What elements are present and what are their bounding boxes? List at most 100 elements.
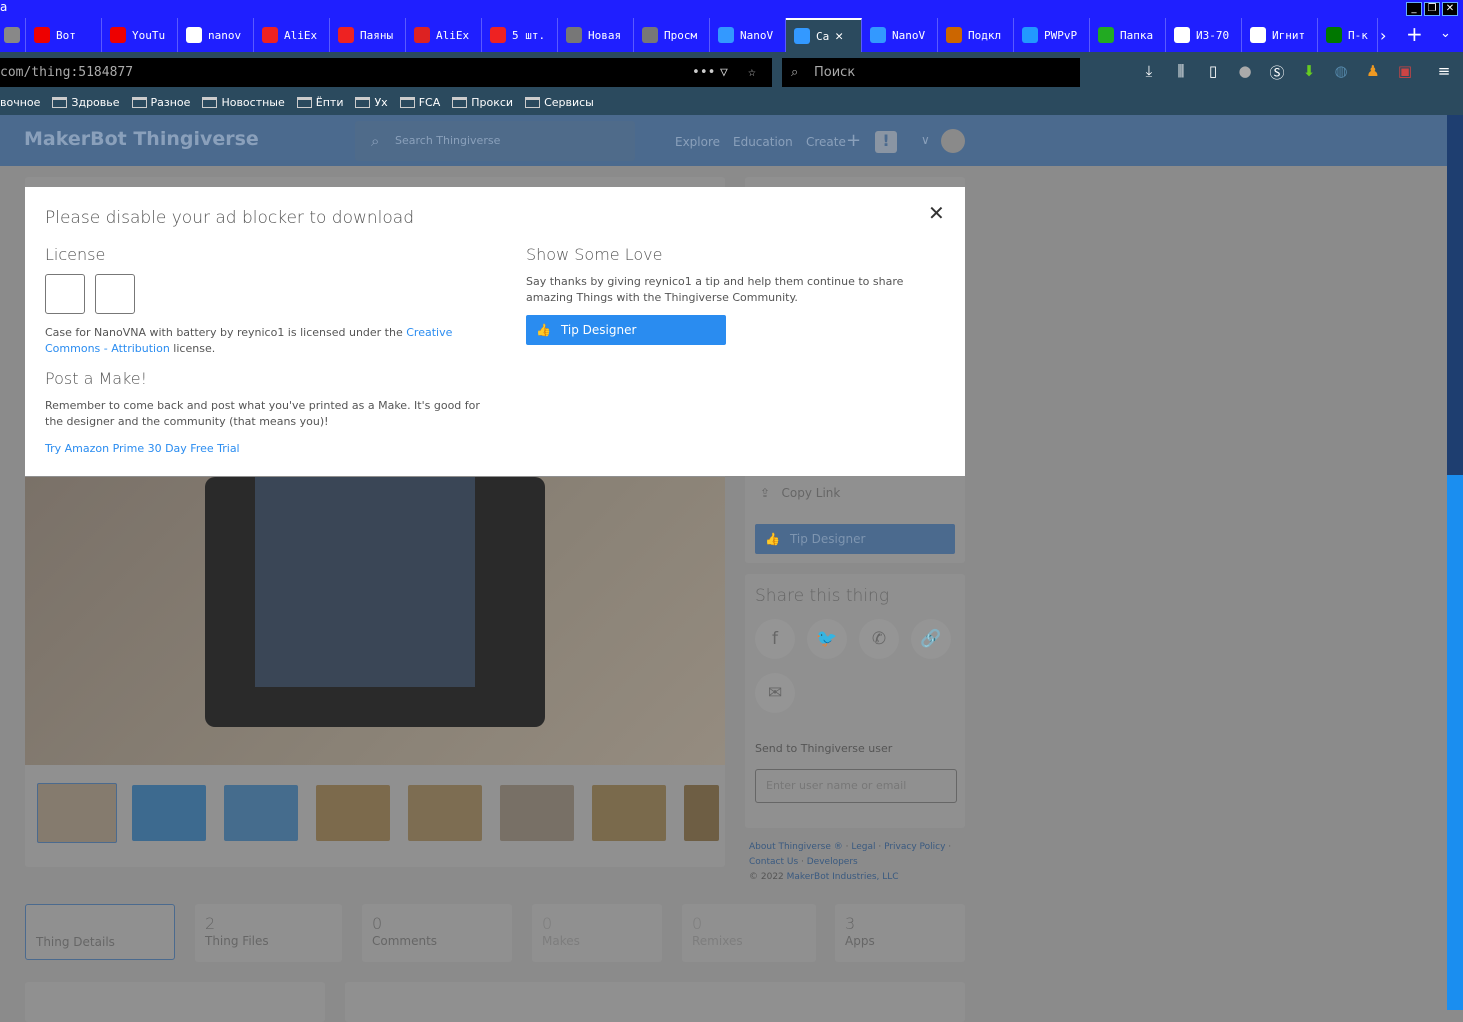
- contact-link[interactable]: Contact Us: [749, 857, 798, 867]
- chevron-down-icon[interactable]: ∨: [921, 133, 930, 147]
- globe-icon[interactable]: ◍: [1331, 62, 1351, 82]
- main-photo[interactable]: [25, 477, 725, 765]
- tab[interactable]: NanoV: [862, 18, 938, 52]
- nav-create[interactable]: Create: [806, 135, 846, 149]
- close-icon[interactable]: ✕: [928, 201, 945, 225]
- tab[interactable]: Вот: [26, 18, 102, 52]
- library-icon[interactable]: ⫼: [1171, 62, 1191, 82]
- stat-count: 0: [692, 914, 703, 933]
- downloads-icon[interactable]: ⤓: [1139, 62, 1159, 82]
- tab[interactable]: П-к: [1318, 18, 1378, 52]
- close-window-button[interactable]: ✕: [1442, 2, 1458, 16]
- scrollbar-thumb[interactable]: [1447, 475, 1463, 1010]
- tab[interactable]: Ca ✕: [786, 18, 862, 52]
- s-extension-icon[interactable]: Ⓢ: [1267, 62, 1287, 82]
- pocket-icon[interactable]: ▽: [720, 58, 728, 87]
- tabs-scroll-right-icon[interactable]: ›: [1380, 26, 1386, 45]
- cc-license-icon: [45, 274, 85, 314]
- extension-icon-2[interactable]: ▣: [1395, 62, 1415, 82]
- send-user-input[interactable]: Enter user name or email: [755, 769, 957, 803]
- notification-icon[interactable]: !: [875, 131, 897, 153]
- bookmark-item[interactable]: вочное: [0, 96, 40, 109]
- tab[interactable]: YouTu: [102, 18, 178, 52]
- tab[interactable]: 5 шт.: [482, 18, 558, 52]
- close-tab-icon[interactable]: ✕: [835, 29, 843, 44]
- tab[interactable]: Просм: [634, 18, 710, 52]
- tab[interactable]: Папка: [1090, 18, 1166, 52]
- page-actions-icon[interactable]: •••: [692, 58, 715, 87]
- tab[interactable]: Игнит: [1242, 18, 1318, 52]
- search-placeholder: Search Thingiverse: [395, 134, 501, 147]
- menu-icon[interactable]: ≡: [1434, 62, 1454, 82]
- legal-link[interactable]: Legal: [851, 842, 875, 852]
- bookmark-item[interactable]: Ёпти: [296, 96, 343, 109]
- thumbs-up-icon: 👍: [765, 532, 780, 546]
- email-icon[interactable]: ✉: [755, 673, 795, 713]
- thumbnail[interactable]: [500, 785, 574, 841]
- url-bar[interactable]: com/thing:5184877 ••• ▽ ☆: [0, 58, 772, 87]
- avatar[interactable]: [941, 129, 965, 153]
- tab[interactable]: AliEx: [254, 18, 330, 52]
- tab-makes[interactable]: 0 Makes: [532, 904, 662, 962]
- tab[interactable]: 3: [0, 18, 26, 52]
- amazon-prime-link[interactable]: Try Amazon Prime 30 Day Free Trial: [45, 442, 240, 455]
- browser-search-input[interactable]: ⌕ Поиск: [782, 58, 1080, 87]
- stat-count: [36, 915, 164, 935]
- thumbnail[interactable]: [132, 785, 206, 841]
- new-tab-icon[interactable]: +: [1406, 22, 1423, 46]
- tab-thing-details[interactable]: Thing Details: [25, 904, 175, 960]
- company-link[interactable]: MakerBot Industries, LLC: [787, 872, 899, 882]
- sidebar-icon[interactable]: ▯: [1203, 62, 1223, 82]
- about-link[interactable]: About Thingiverse ®: [749, 842, 843, 852]
- link-icon[interactable]: 🔗: [911, 619, 951, 659]
- tab[interactable]: AliEx: [406, 18, 482, 52]
- site-search-input[interactable]: ⌕ Search Thingiverse: [355, 121, 635, 161]
- nav-explore[interactable]: Explore: [675, 135, 720, 149]
- minimize-button[interactable]: _: [1406, 2, 1422, 16]
- search-placeholder: Поиск: [814, 65, 856, 80]
- tab-favicon-icon: [1250, 27, 1266, 43]
- restore-button[interactable]: ❐: [1424, 2, 1440, 16]
- adblock-icon[interactable]: ●: [1235, 62, 1255, 82]
- nav-education[interactable]: Education: [733, 135, 793, 149]
- tab[interactable]: PWPvP: [1014, 18, 1090, 52]
- thumbnail[interactable]: [684, 785, 719, 841]
- bookmark-star-icon[interactable]: ☆: [748, 58, 756, 87]
- bookmark-item[interactable]: Разное: [131, 96, 190, 109]
- twitter-icon[interactable]: 🐦: [807, 619, 847, 659]
- tab-list-chevron-icon[interactable]: ⌄: [1440, 26, 1451, 41]
- plus-icon[interactable]: +: [846, 130, 861, 151]
- tab[interactable]: Паяны: [330, 18, 406, 52]
- tab[interactable]: NanoV: [710, 18, 786, 52]
- tab[interactable]: Подкл: [938, 18, 1014, 52]
- tab-comments[interactable]: 0 Comments: [362, 904, 512, 962]
- developers-link[interactable]: Developers: [807, 857, 858, 867]
- whatsapp-icon[interactable]: ✆: [859, 619, 899, 659]
- thumbnail[interactable]: [592, 785, 666, 841]
- extension-icon[interactable]: ♟: [1363, 62, 1383, 82]
- site-logo[interactable]: MakerBot Thingiverse: [24, 128, 259, 150]
- bookmark-item[interactable]: Новостные: [202, 96, 285, 109]
- sidebar-tip-designer-button[interactable]: 👍 Tip Designer: [755, 524, 955, 554]
- thumbnail[interactable]: [408, 785, 482, 841]
- tab[interactable]: ИЗ-70: [1166, 18, 1242, 52]
- bookmark-item[interactable]: Здровье: [52, 96, 120, 109]
- bookmark-item[interactable]: Сервисы: [525, 96, 594, 109]
- thumbnail[interactable]: [224, 785, 298, 841]
- download-extension-icon[interactable]: ⬇: [1299, 62, 1319, 82]
- thumbnail[interactable]: [316, 785, 390, 841]
- thumbnail[interactable]: [37, 783, 117, 843]
- privacy-link[interactable]: Privacy Policy: [884, 842, 945, 852]
- tip-designer-button[interactable]: 👍 Tip Designer: [526, 315, 726, 345]
- bookmark-item[interactable]: Ух: [355, 96, 388, 109]
- tab[interactable]: nanov: [178, 18, 254, 52]
- tab-apps[interactable]: 3 Apps: [835, 904, 965, 962]
- tab-thing-files[interactable]: 2 Thing Files: [195, 904, 342, 962]
- tab[interactable]: Новая: [558, 18, 634, 52]
- window-title: a: [0, 0, 8, 14]
- bookmark-item[interactable]: Прокси: [452, 96, 513, 109]
- tab-remixes[interactable]: 0 Remixes: [682, 904, 816, 962]
- bookmark-item[interactable]: FCA: [399, 96, 440, 109]
- facebook-icon[interactable]: f: [755, 619, 795, 659]
- copy-link-button[interactable]: ⇪ Copy Link: [760, 486, 840, 500]
